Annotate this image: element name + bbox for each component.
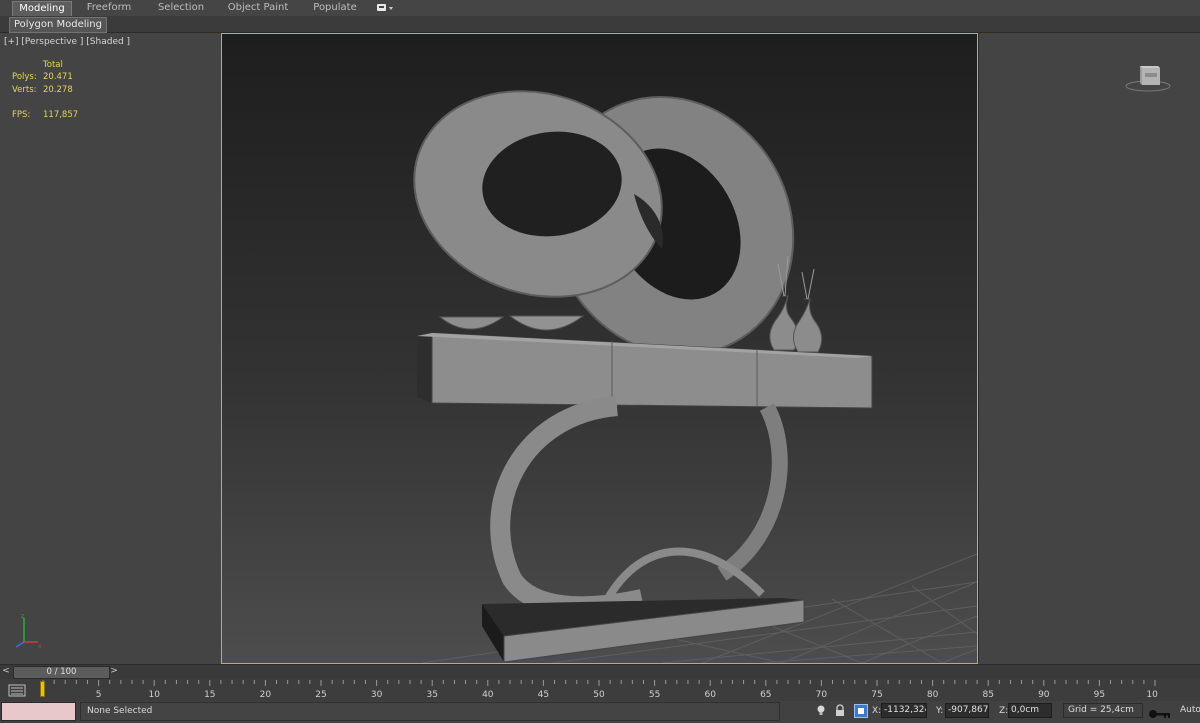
trackbar-tick-label: 95 — [1094, 690, 1105, 700]
trackbar-tick-label: 65 — [760, 690, 771, 700]
viewport-perspective[interactable] — [221, 33, 978, 664]
time-slider-prev-button[interactable]: < — [2, 666, 10, 677]
scene-render — [413, 90, 977, 663]
stats-header: Total — [43, 60, 63, 70]
trackbar-tick-label: 70 — [816, 690, 828, 700]
tab-object-paint[interactable]: Object Paint — [222, 1, 294, 15]
current-frame-marker[interactable] — [40, 681, 45, 697]
lightbulb-icon[interactable] — [815, 704, 827, 718]
auto-key-button[interactable]: Auto — [1180, 703, 1200, 718]
trackbar-tick-label: 25 — [315, 690, 326, 700]
trackbar-tick-label: 50 — [593, 690, 605, 700]
time-slider-next-button[interactable]: > — [110, 666, 118, 677]
bowls-model — [438, 315, 585, 331]
stats-polys-value: 20.471 — [43, 72, 73, 82]
trackbar-tick-label: 55 — [649, 690, 660, 700]
y-coord-label: Y: — [936, 706, 944, 716]
time-slider[interactable]: 0 / 100 — [13, 666, 110, 679]
svg-text:x: x — [38, 643, 42, 650]
trackbar-tick-label: 5 — [96, 690, 102, 700]
tab-modeling[interactable]: Modeling — [12, 1, 72, 16]
trackbar-tick-label: 40 — [482, 690, 494, 700]
trackbar-tick-label: 75 — [871, 690, 882, 700]
trackbar-tick-label: 90 — [1038, 690, 1050, 700]
stats-fps-label: FPS: — [12, 110, 31, 120]
trackbar-tick-label: 15 — [204, 690, 215, 700]
x-coord-label: X: — [872, 706, 882, 716]
viewport-left[interactable] — [0, 33, 222, 663]
trackbar-scale: 5 10 15 20 25 30 35 40 45 50 55 60 65 70 75 80 85 90 95 100 — [42, 680, 1158, 700]
stats-fps-value: 117,857 — [43, 110, 79, 120]
svg-text:z: z — [21, 613, 24, 620]
viewport-right[interactable] — [978, 33, 1200, 663]
mini-curve-editor-icon[interactable] — [8, 684, 26, 697]
lock-icon[interactable] — [834, 704, 846, 718]
stats-polys-label: Polys: — [12, 72, 37, 82]
ribbon-options-icon[interactable] — [376, 3, 394, 13]
stats-verts-value: 20.278 — [43, 85, 73, 95]
key-icon[interactable] — [1148, 708, 1172, 720]
tab-selection[interactable]: Selection — [150, 1, 212, 15]
z-coord-field[interactable]: 0,0cm — [1008, 703, 1052, 718]
grid-size-display: Grid = 25,4cm — [1063, 703, 1143, 718]
z-coord-label: Z: — [999, 706, 1009, 716]
tab-freeform[interactable]: Freeform — [80, 1, 138, 15]
stats-verts-label: Verts: — [12, 85, 37, 95]
transform-mode-icon[interactable] — [854, 704, 868, 718]
trackbar-tick-label: 10 — [148, 690, 160, 700]
trackbar-tick-label: 45 — [538, 690, 549, 700]
x-coord-field[interactable]: -1132,324 — [881, 703, 927, 718]
ribbon-tab-bar: Modeling Freeform Selection Object Paint… — [0, 0, 1200, 17]
tab-populate[interactable]: Populate — [306, 1, 364, 15]
trackbar-tick-label: 60 — [704, 690, 716, 700]
y-coord-field[interactable]: -907,867cr — [945, 703, 989, 718]
trackbar-tick-label: 30 — [371, 690, 383, 700]
trackbar-tick-label: 35 — [426, 690, 437, 700]
trackbar-tick-label: 85 — [982, 690, 993, 700]
trackbar-tick-label: 20 — [260, 690, 272, 700]
viewport-label-menu[interactable]: [+] [Perspective ] [Shaded ] — [4, 37, 130, 47]
trackbar-tick-label: 80 — [927, 690, 939, 700]
table-base-model — [482, 598, 805, 663]
ribbon-panel-bar: Polygon Modeling — [0, 16, 1200, 33]
selection-status-text: None Selected — [80, 702, 780, 721]
polygon-modeling-panel-button[interactable]: Polygon Modeling — [9, 17, 107, 33]
trackbar-tick-label: 100 — [1146, 690, 1158, 700]
time-slider-bar — [0, 664, 1200, 680]
axis-tripod-icon: x z — [15, 613, 42, 650]
viewcube-icon[interactable] — [1124, 60, 1172, 94]
maxscript-listener-box[interactable] — [1, 702, 76, 721]
table-legs-model — [490, 396, 788, 617]
